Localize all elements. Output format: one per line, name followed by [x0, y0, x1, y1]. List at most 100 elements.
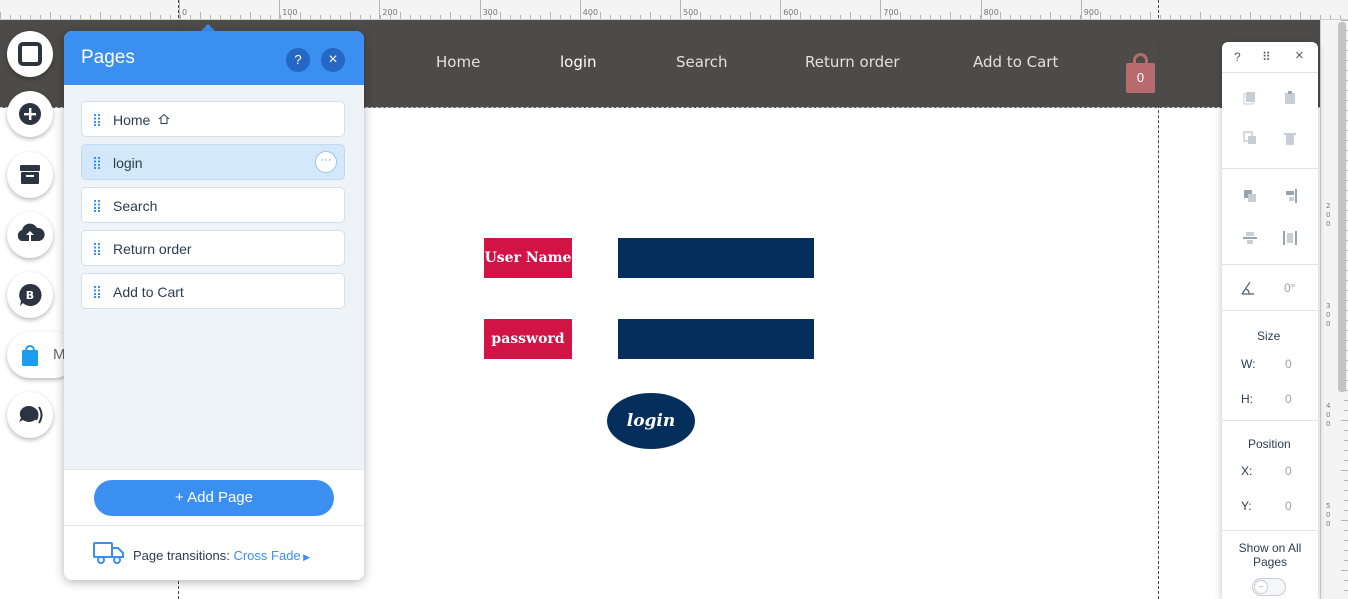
- ruler-label: 0: [182, 8, 188, 17]
- align-right-icon[interactable]: [1283, 189, 1297, 203]
- height-input[interactable]: 0: [1285, 392, 1292, 406]
- ruler-tick: [120, 15, 121, 19]
- add-button[interactable]: [7, 91, 53, 137]
- ruler-tick: [1110, 15, 1111, 19]
- page-more-button[interactable]: ···: [315, 151, 337, 173]
- menu-item-login[interactable]: login: [560, 53, 597, 71]
- login-button[interactable]: login: [607, 393, 695, 449]
- home-icon: [158, 113, 170, 124]
- ruler-tick: [670, 15, 671, 19]
- ruler-tick: [640, 15, 641, 19]
- cart-icon[interactable]: 0: [1124, 53, 1157, 93]
- ruler-tick: [500, 12, 501, 19]
- ruler-tick: [810, 15, 811, 19]
- ruler-tick: [1330, 15, 1331, 19]
- ruler-tick: [1300, 12, 1301, 19]
- y-input[interactable]: 0: [1285, 499, 1292, 513]
- menus-button[interactable]: [7, 31, 53, 77]
- ruler-tick: [1200, 12, 1201, 19]
- ruler-tick: [180, 15, 181, 19]
- ruler-tick: [360, 15, 361, 19]
- drag-handle-icon[interactable]: ⠿: [1262, 50, 1271, 64]
- ruler-major-tick: [780, 0, 782, 19]
- x-input[interactable]: 0: [1285, 464, 1292, 478]
- ruler-tick: [1250, 12, 1251, 19]
- ruler-tick: [520, 15, 521, 19]
- copy-icon[interactable]: [1243, 91, 1257, 105]
- page-item-home[interactable]: Home: [81, 101, 345, 137]
- ruler-tick: [1341, 570, 1348, 571]
- page-item-add-to-cart[interactable]: Add to Cart: [81, 273, 345, 309]
- ruler-tick: [1344, 440, 1348, 441]
- ruler-label: 700: [883, 8, 899, 17]
- ruler-tick: [1020, 15, 1021, 19]
- ruler-tick: [720, 15, 721, 19]
- chat-button[interactable]: [7, 392, 53, 438]
- username-input[interactable]: [618, 238, 814, 278]
- distribute-icon[interactable]: [1243, 231, 1257, 245]
- duplicate-icon[interactable]: [1243, 131, 1257, 145]
- store-button[interactable]: [7, 152, 53, 198]
- width-label: W:: [1241, 357, 1256, 371]
- inspector-help-button[interactable]: ?: [1234, 50, 1241, 64]
- ruler-tick: [1050, 12, 1051, 19]
- ruler-label: 3: [1326, 302, 1331, 310]
- page-name: login: [113, 155, 143, 171]
- menu-item-add-to-cart[interactable]: Add to Cart: [973, 53, 1058, 71]
- rotation-value[interactable]: 0°: [1284, 281, 1295, 295]
- ruler-label: 900: [1083, 8, 1100, 17]
- upload-button[interactable]: [7, 212, 53, 258]
- drag-handle-icon[interactable]: [94, 286, 104, 298]
- page-item-return-order[interactable]: Return order: [81, 230, 345, 266]
- ruler-tick: [930, 15, 931, 19]
- ruler-tick: [110, 15, 111, 19]
- ruler-tick: [1130, 15, 1131, 19]
- x-label: X:: [1241, 464, 1253, 478]
- ruler-tick: [710, 15, 711, 19]
- ruler-tick: [800, 12, 801, 19]
- menu-item-search[interactable]: Search: [676, 53, 728, 71]
- ruler-tick: [160, 15, 161, 19]
- y-label: Y:: [1241, 499, 1252, 513]
- pages-close-button[interactable]: ×: [321, 48, 345, 72]
- page-transitions-text: Page transitions:: [133, 548, 230, 563]
- show-on-all-pages-label: Show on All Pages: [1238, 541, 1302, 569]
- menu-item-home[interactable]: Home: [436, 53, 480, 71]
- ruler-label: 100: [282, 8, 298, 17]
- ruler-tick: [840, 15, 841, 19]
- pages-help-button[interactable]: ?: [286, 48, 310, 72]
- add-page-button[interactable]: + Add Page: [94, 480, 334, 516]
- inspector-close-button[interactable]: ×: [1295, 47, 1304, 64]
- ruler-tick: [1030, 15, 1031, 19]
- drag-handle-icon[interactable]: [94, 157, 104, 169]
- page-name: Add to Cart: [113, 284, 184, 300]
- password-input[interactable]: [618, 319, 814, 359]
- ruler-tick: [1344, 410, 1348, 411]
- top-ruler[interactable]: 0 100 200 300 400 500 600 700 800 900: [0, 0, 1348, 20]
- ruler-label: 500: [683, 8, 699, 17]
- arrange-icon[interactable]: [1243, 189, 1257, 203]
- page-transitions-link[interactable]: Cross Fade: [233, 548, 300, 563]
- ruler-tick: [30, 15, 31, 19]
- scrollbar[interactable]: [1338, 22, 1346, 392]
- ruler-tick: [70, 15, 71, 19]
- username-label: User Name: [484, 238, 572, 278]
- ruler-tick: [830, 15, 831, 19]
- show-on-all-pages-toggle[interactable]: –: [1252, 578, 1286, 596]
- width-input[interactable]: 0: [1285, 357, 1292, 371]
- page-item-search[interactable]: Search: [81, 187, 345, 223]
- blog-button[interactable]: B: [7, 272, 53, 318]
- drag-handle-icon[interactable]: [94, 200, 104, 212]
- ruler-tick: [1220, 15, 1221, 19]
- ruler-tick: [1344, 590, 1348, 591]
- drag-handle-icon[interactable]: [94, 114, 104, 126]
- trash-icon[interactable]: [1283, 131, 1297, 145]
- menu-item-return-order[interactable]: Return order: [805, 53, 900, 71]
- ruler-tick: [90, 15, 91, 19]
- match-size-icon[interactable]: [1283, 231, 1297, 245]
- page-item-login[interactable]: login ···: [81, 144, 345, 180]
- paste-icon[interactable]: [1283, 91, 1297, 105]
- ruler-major-tick: [479, 0, 481, 19]
- caret-right-icon[interactable]: ▶: [301, 552, 310, 562]
- drag-handle-icon[interactable]: [94, 243, 104, 255]
